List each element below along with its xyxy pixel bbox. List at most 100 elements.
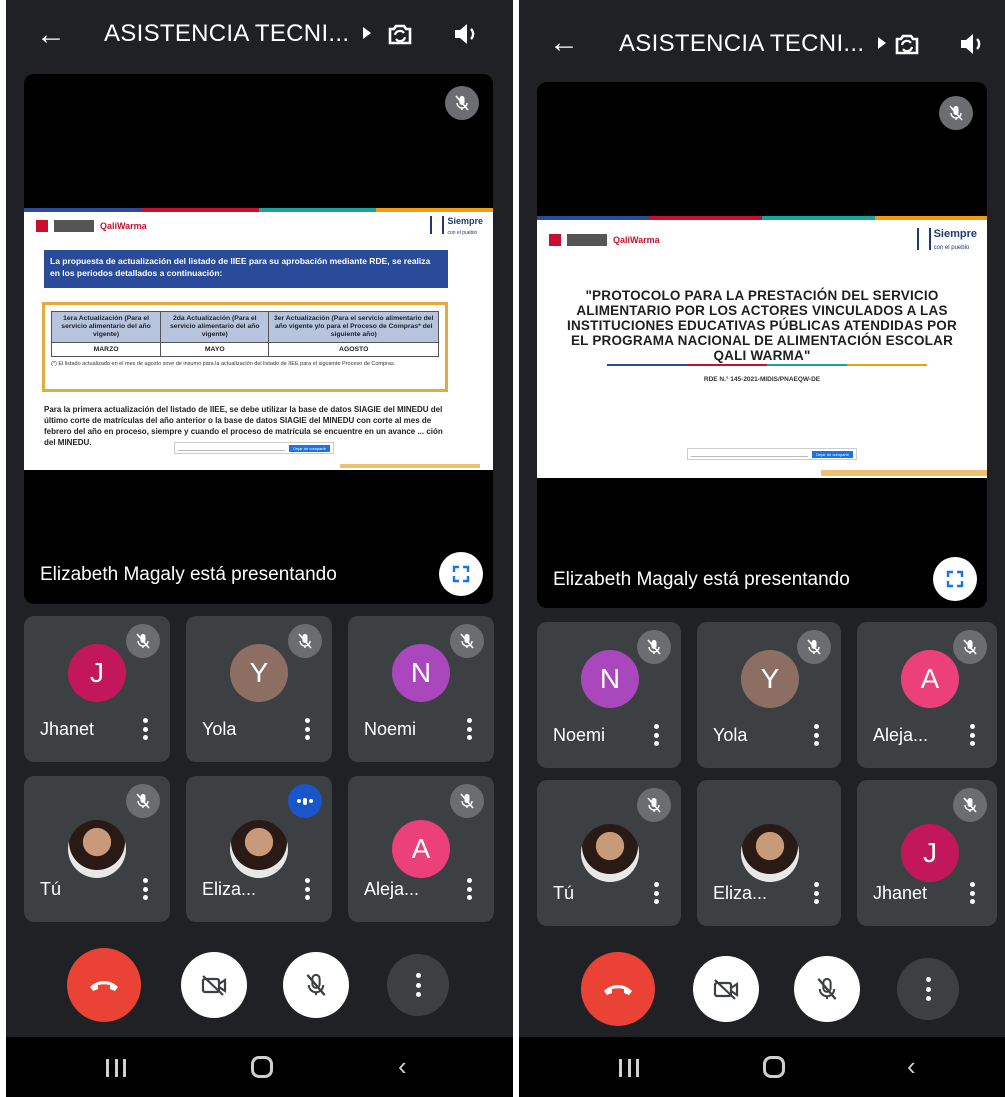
mic-off-icon: [126, 784, 160, 818]
participant-tile[interactable]: A Aleja...: [348, 776, 494, 922]
camera-off-icon: [713, 979, 739, 1000]
slide-banner: La propuesta de actualización del listad…: [44, 250, 448, 288]
more-options-icon[interactable]: [813, 882, 819, 904]
speaking-indicator-icon: [288, 784, 322, 818]
back-icon[interactable]: ‹: [907, 1053, 927, 1079]
mic-off-icon: [450, 624, 484, 658]
more-options-icon[interactable]: [653, 724, 659, 746]
microphone-off-button[interactable]: [283, 952, 349, 1018]
slide-footer-bar: [340, 464, 480, 468]
presentation-stage: QaliWarma Siempre con el pueblo "PROTOCOL…: [537, 82, 987, 608]
meet-screen-1: ← ASISTENCIA TECNI... QaliWarma Siempre c…: [6, 0, 513, 1097]
mic-off-icon: [817, 977, 837, 1000]
avatar: J: [68, 644, 126, 702]
participant-tile[interactable]: J Jhanet: [857, 780, 997, 926]
table-cell: MAYO: [160, 342, 270, 357]
peru-shield-logo: [36, 220, 48, 232]
screen-share-toolbar: Dejar de compartir: [687, 448, 857, 460]
hang-up-icon: [604, 985, 632, 995]
end-call-button[interactable]: [581, 952, 655, 1026]
shared-slide: QaliWarma Siempre con el pueblo "PROTOCOL…: [537, 216, 987, 478]
participant-tile[interactable]: N Noemi: [537, 622, 681, 768]
more-options-icon[interactable]: [142, 718, 148, 740]
more-options-icon[interactable]: [466, 718, 472, 740]
switch-camera-icon[interactable]: [891, 28, 923, 60]
participant-tile[interactable]: A Aleja...: [857, 622, 997, 768]
camera-off-button[interactable]: [181, 952, 247, 1018]
more-vert-icon: [415, 973, 421, 997]
more-options-icon[interactable]: [466, 878, 472, 900]
speaker-icon[interactable]: [956, 28, 988, 60]
screen-share-toolbar: Dejar de compartir: [174, 442, 334, 454]
participant-name: Yola: [202, 719, 237, 739]
update-periods-table: 1era Actualización (Para el servicio ali…: [50, 311, 439, 357]
siempre-logo: Siempre con el pueblo: [430, 216, 483, 238]
participant-name: Noemi: [553, 725, 606, 745]
mic-off-icon: [450, 784, 484, 818]
more-options-icon[interactable]: [304, 718, 310, 740]
microphone-off-button[interactable]: [794, 956, 860, 1022]
more-options-icon[interactable]: [969, 882, 975, 904]
back-arrow-icon[interactable]: ←: [547, 26, 581, 60]
slide-logo-row: QaliWarma: [36, 220, 147, 232]
participant-name: Aleja...: [873, 725, 929, 745]
more-options-icon[interactable]: [969, 724, 975, 746]
participant-tile[interactable]: Y Yola: [697, 622, 841, 768]
more-options-button[interactable]: [897, 958, 959, 1020]
slide-logo-row: QaliWarma: [549, 234, 660, 246]
recent-apps-icon[interactable]: [619, 1059, 639, 1077]
fullscreen-button[interactable]: [933, 557, 977, 601]
mic-off-icon: [953, 788, 987, 822]
end-call-button[interactable]: [67, 948, 141, 1022]
caret-right-icon: [878, 36, 887, 49]
participant-tile[interactable]: J Jhanet: [24, 616, 170, 762]
more-options-icon[interactable]: [813, 724, 819, 746]
more-options-icon[interactable]: [304, 878, 310, 900]
android-nav-bar: ‹: [519, 1037, 1005, 1097]
fullscreen-button[interactable]: [439, 552, 483, 596]
camera-off-icon: [201, 975, 227, 996]
presenting-label: Elizabeth Magaly está presentando: [40, 564, 337, 585]
participant-tile[interactable]: N Noemi: [348, 616, 494, 762]
meeting-title[interactable]: ASISTENCIA TECNI...: [619, 30, 887, 58]
switch-camera-icon[interactable]: [384, 18, 416, 50]
avatar: Y: [741, 650, 799, 708]
table-header: 1era Actualización (Para el servicio ali…: [50, 311, 162, 343]
participant-tile[interactable]: Eliza...: [186, 776, 332, 922]
recent-apps-icon[interactable]: [106, 1059, 126, 1077]
fullscreen-icon: [946, 570, 964, 588]
avatar-photo: [581, 824, 639, 882]
qali-warma-logo: QaliWarma: [100, 221, 147, 231]
more-options-button[interactable]: [387, 954, 449, 1016]
midis-logo: [54, 220, 94, 232]
presentation-stage: QaliWarma Siempre con el pueblo La propue…: [24, 74, 493, 604]
siempre-logo: Siempre con el pueblo: [916, 228, 977, 254]
top-bar: ← ASISTENCIA TECNI...: [519, 0, 1005, 70]
mic-off-icon: [126, 624, 160, 658]
meeting-title[interactable]: ASISTENCIA TECNI...: [104, 20, 372, 48]
android-nav-bar: ‹: [6, 1037, 513, 1097]
presenting-label: Elizabeth Magaly está presentando: [553, 569, 850, 590]
slide-title: "PROTOCOLO PARA LA PRESTACIÓN DEL SERVIC…: [567, 288, 957, 363]
back-icon[interactable]: ‹: [398, 1053, 418, 1079]
caret-right-icon: [363, 26, 372, 39]
more-options-icon[interactable]: [653, 882, 659, 904]
home-icon[interactable]: [251, 1056, 273, 1078]
participant-tile[interactable]: Y Yola: [186, 616, 332, 762]
home-icon[interactable]: [763, 1056, 785, 1078]
participant-tile[interactable]: Tú: [24, 776, 170, 922]
participant-name: Noemi: [364, 719, 417, 739]
participant-name: Eliza...: [713, 883, 768, 903]
slide-divider: [607, 364, 927, 366]
participant-tile[interactable]: Tú: [537, 780, 681, 926]
participant-tile[interactable]: Eliza...: [697, 780, 841, 926]
back-arrow-icon[interactable]: ←: [34, 18, 68, 52]
mic-off-icon: [797, 630, 831, 664]
shared-slide: QaliWarma Siempre con el pueblo La propue…: [24, 208, 493, 470]
avatar: Y: [230, 644, 288, 702]
more-options-icon[interactable]: [142, 878, 148, 900]
speaker-icon[interactable]: [450, 18, 482, 50]
hang-up-icon: [90, 981, 118, 991]
camera-off-button[interactable]: [693, 956, 759, 1022]
table-note: (*) El listado actualizado en el mes de …: [51, 361, 396, 367]
